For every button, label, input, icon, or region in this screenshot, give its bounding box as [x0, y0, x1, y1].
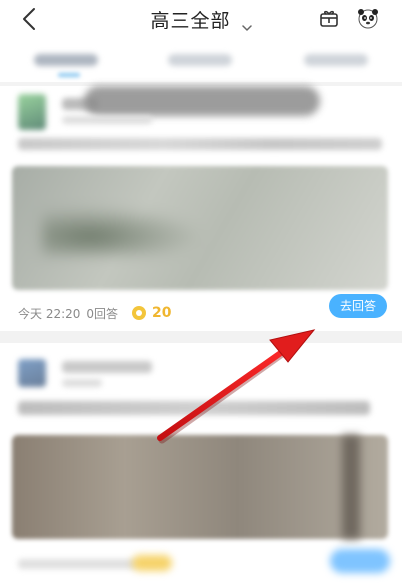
footer-blurred-2	[18, 559, 138, 569]
gift-icon[interactable]	[318, 7, 340, 29]
coin-icon	[132, 306, 147, 320]
top-bar: 高三全部	[0, 0, 402, 40]
go-answer-button-blurred-2[interactable]	[330, 549, 390, 573]
user-name-blurred-2	[62, 361, 152, 373]
question-text-blurred	[18, 138, 382, 150]
toast-overlay-blurred	[84, 86, 320, 116]
page-title: 高三全部	[150, 10, 231, 32]
meta-blurred-2	[62, 379, 102, 387]
question-text-blurred-2	[18, 401, 370, 415]
question-image-blurred[interactable]	[12, 166, 388, 290]
tab-bar	[0, 40, 402, 82]
tab-1-blurred[interactable]	[34, 54, 98, 66]
chevron-down-icon	[241, 18, 252, 31]
panda-avatar-icon[interactable]	[356, 6, 380, 30]
tab-2-blurred[interactable]	[168, 54, 232, 66]
question-image-blurred-2[interactable]	[12, 435, 388, 539]
title-dropdown[interactable]: 高三全部	[0, 6, 402, 33]
tab-3-blurred[interactable]	[304, 54, 368, 66]
reward-blurred-2	[132, 555, 172, 571]
question-card[interactable]: 今天 22:20 0回答 20 去回答	[0, 86, 402, 331]
meta-blurred	[62, 116, 152, 124]
tab-indicator	[58, 73, 80, 77]
answer-count: 0回答	[86, 306, 119, 321]
question-card-2[interactable]	[0, 343, 402, 585]
go-answer-button[interactable]: 去回答	[329, 294, 387, 318]
card-footer: 今天 22:20 0回答 20	[18, 302, 172, 324]
card-divider	[0, 331, 402, 343]
reward-amount: 20	[152, 305, 172, 321]
user-avatar-2	[18, 359, 46, 387]
user-avatar	[18, 94, 46, 130]
post-time: 今天 22:20	[18, 306, 81, 321]
